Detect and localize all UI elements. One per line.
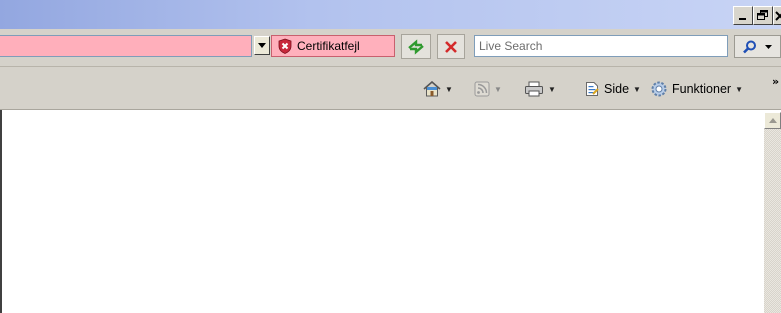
gear-icon: [651, 81, 667, 97]
feeds-dropdown-icon[interactable]: ▼: [494, 85, 502, 94]
close-button[interactable]: [773, 6, 781, 25]
page-menu-dropdown-icon: ▼: [633, 84, 641, 94]
print-button[interactable]: ▼: [524, 79, 556, 99]
refresh-icon: [408, 38, 424, 55]
search-button[interactable]: [734, 35, 781, 58]
restore-icon: [757, 10, 768, 20]
stop-icon: [445, 40, 457, 53]
page-content: [0, 110, 781, 313]
search-icon: [743, 40, 756, 53]
stop-button[interactable]: [437, 34, 465, 59]
navigation-bar: Certifikatfejl: [0, 29, 781, 67]
home-dropdown-icon[interactable]: ▼: [445, 85, 453, 94]
scroll-up-button[interactable]: [764, 112, 781, 129]
shield-error-icon: [278, 38, 292, 54]
page-icon: [586, 82, 599, 96]
toolbar-overflow-chevron-icon[interactable]: »: [772, 75, 779, 88]
tools-menu-label: Funktioner: [672, 82, 732, 96]
print-dropdown-icon[interactable]: ▼: [548, 85, 556, 94]
address-field[interactable]: [0, 35, 252, 57]
scroll-up-arrow-icon: [768, 118, 777, 123]
vertical-scrollbar[interactable]: [764, 112, 781, 313]
feed-icon: [474, 81, 490, 97]
home-icon: [423, 81, 441, 97]
tools-menu-button[interactable]: Funktioner ▼: [650, 79, 743, 99]
search-options-chevron-icon[interactable]: [765, 44, 772, 49]
tools-menu-dropdown-icon: ▼: [735, 84, 743, 94]
content-border: [0, 110, 2, 313]
feeds-button[interactable]: ▼: [474, 79, 502, 99]
home-button[interactable]: ▼: [423, 79, 453, 99]
page-menu-button[interactable]: Side ▼: [584, 79, 641, 99]
restore-button[interactable]: [753, 6, 773, 25]
close-icon: [775, 10, 781, 21]
minimize-button[interactable]: [733, 6, 753, 25]
title-bar: [0, 0, 781, 29]
minimize-icon: [739, 17, 746, 20]
refresh-button[interactable]: [401, 34, 431, 59]
printer-icon: [525, 81, 543, 97]
certificate-error-label: Certifikatfejl: [297, 39, 360, 53]
address-dropdown-button[interactable]: [254, 36, 270, 55]
search-input[interactable]: [474, 35, 728, 57]
command-bar: ▼ ▼ ▼ Side ▼ Funktioner ▼ »: [0, 67, 781, 110]
page-menu-label: Side: [604, 82, 630, 96]
chevron-down-icon: [258, 43, 266, 48]
certificate-error-button[interactable]: Certifikatfejl: [271, 35, 395, 57]
